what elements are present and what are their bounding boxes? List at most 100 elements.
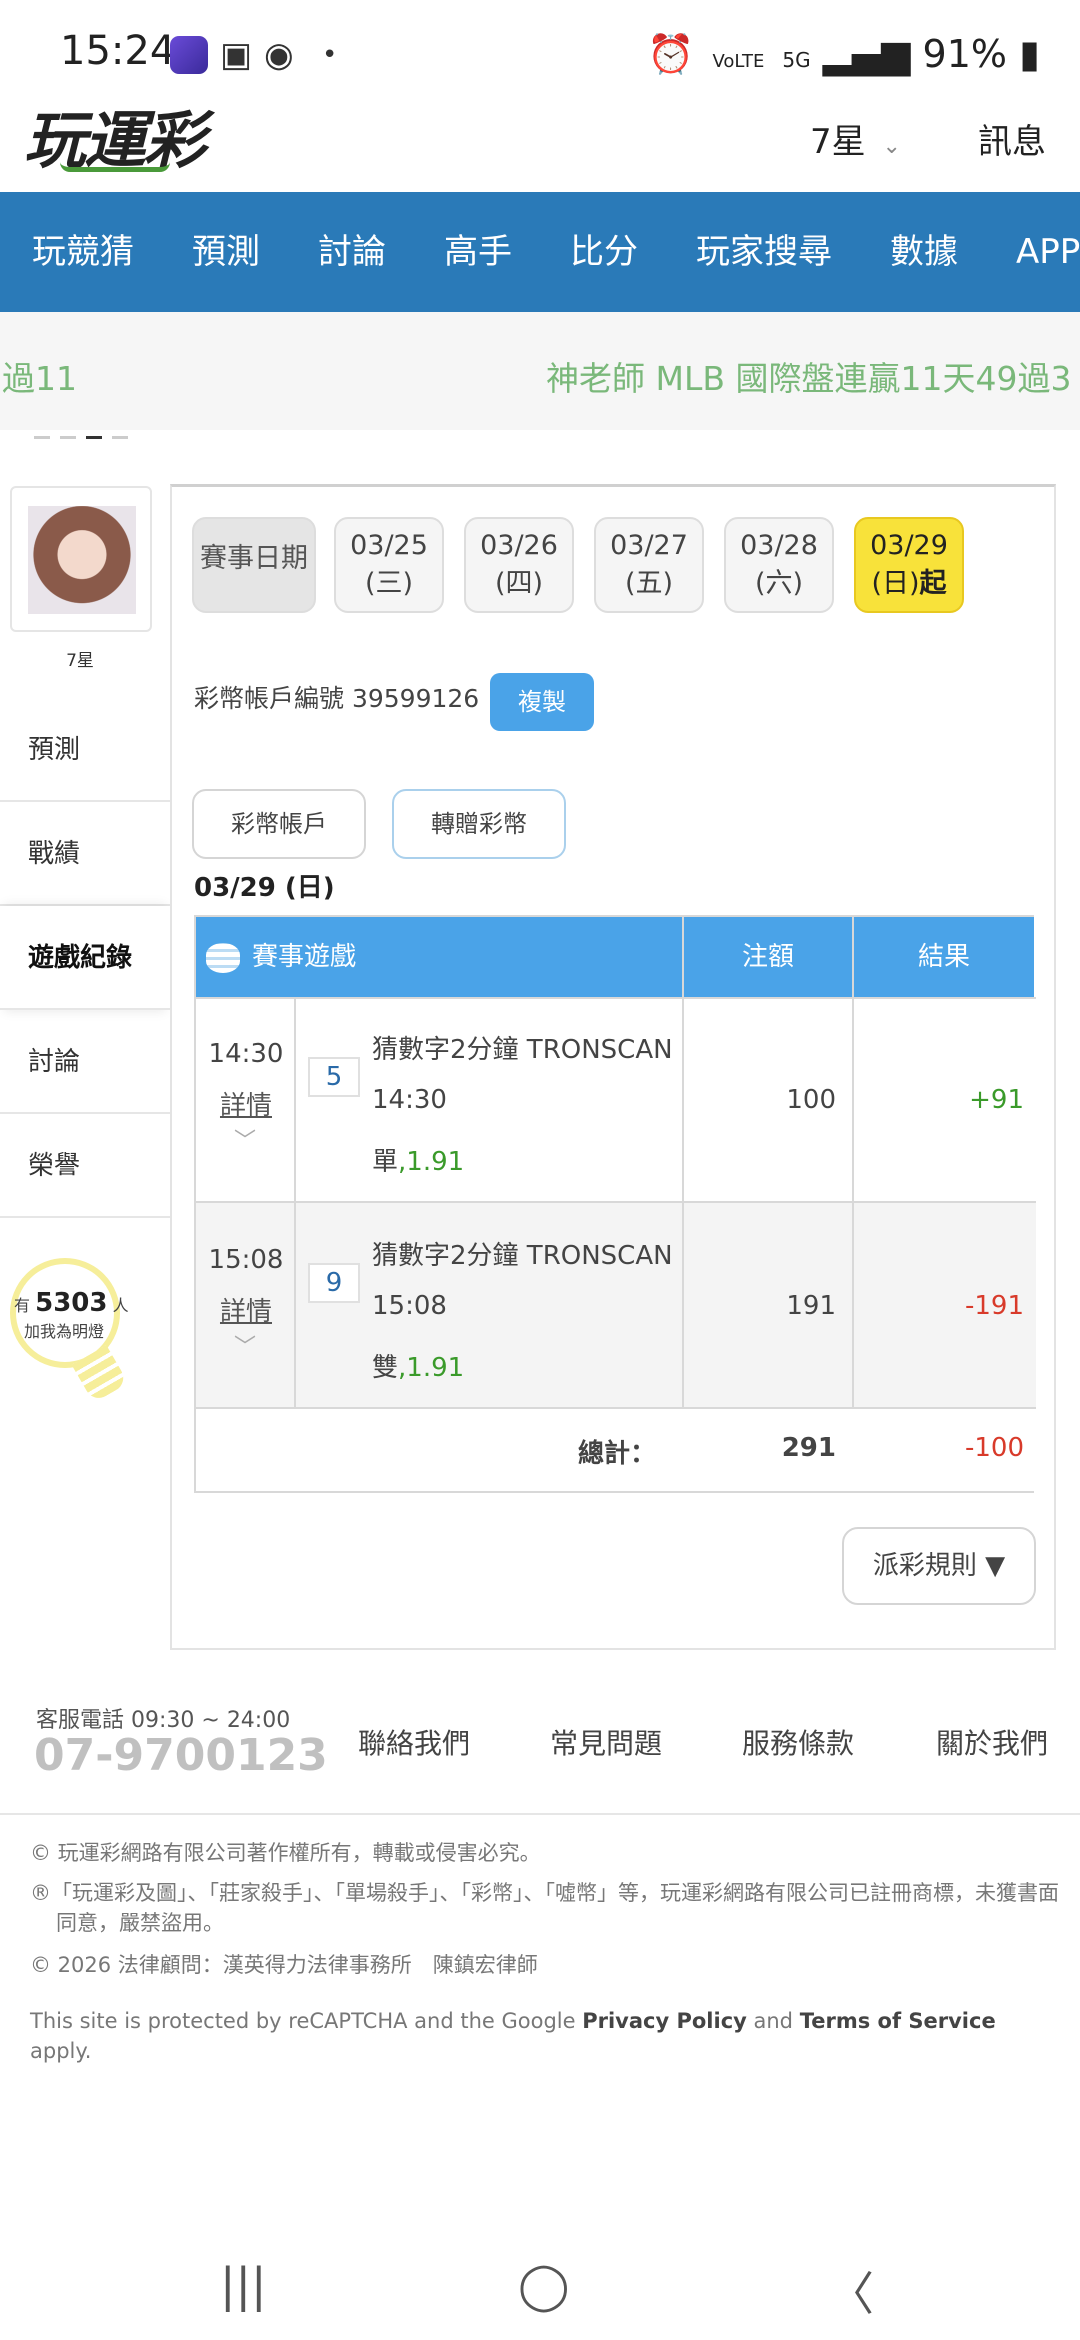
account-number: 彩幣帳戶編號 39599126 xyxy=(194,684,480,713)
avatar[interactable] xyxy=(10,486,152,632)
footer-link-faq[interactable]: 常見問題 xyxy=(550,1722,662,1762)
date-tab[interactable]: 03/27 (五) xyxy=(594,517,704,613)
tab-coin-account[interactable]: 彩幣帳戶 xyxy=(192,789,366,859)
total-label: 總計： xyxy=(577,1439,656,1469)
alarm-icon: ⏰ xyxy=(647,32,695,76)
nav-item-discuss[interactable]: 討論 xyxy=(318,192,386,312)
sync-icon: ◉ xyxy=(264,35,294,75)
follow-lamp-label: 加我為明燈 xyxy=(24,1322,105,1341)
game-history-panel: 賽事日期 03/25 (三) 03/26 (四) 03/27 (五) 03/28 (六)… xyxy=(170,484,1056,1650)
volte-icon: VoLTE xyxy=(712,51,765,72)
chevron-down-icon[interactable]: ﹀ xyxy=(234,1123,256,1155)
carousel-dot[interactable] xyxy=(34,436,50,439)
sidebar-item-predictions[interactable]: 預測 xyxy=(0,698,170,802)
copyright-text: © 玩運彩網路有限公司著作權所有，轉載或侵害必究。 xyxy=(30,1841,541,1865)
legal-advisor-text: © 2026 法律顧問：漢英得力法律事務所 陳鎮宏律師 xyxy=(30,1953,538,1977)
date-tab-day: (六) xyxy=(754,568,804,599)
notification-dot: • xyxy=(322,40,338,70)
carousel-dot-active[interactable] xyxy=(86,436,102,439)
bet-pick: 雙,1.91 xyxy=(372,1347,464,1384)
status-time: 15:24 xyxy=(60,28,176,74)
gallery-icon: ▣ xyxy=(220,35,253,75)
ticker-item[interactable]: 神老師 MLB 國際盤連贏11天49過3 xyxy=(546,352,1071,400)
privacy-policy-link[interactable]: Privacy Policy xyxy=(582,2009,747,2033)
footer-link-contact[interactable]: 聯絡我們 xyxy=(358,1722,470,1762)
footer-divider xyxy=(0,1813,1080,1815)
sidebar-item-honors[interactable]: 榮譽 xyxy=(0,1114,170,1218)
recaptcha-apply: apply. xyxy=(30,2039,92,2063)
witness-prefix: 有 xyxy=(14,1296,31,1315)
copy-button[interactable]: 複製 xyxy=(490,673,594,731)
customer-service-phone[interactable]: 07-9700123 xyxy=(34,1730,328,1781)
nav-item-experts[interactable]: 高手 xyxy=(444,192,512,312)
game-history-table: 賽事遊戲 注額 結果 14:30 詳情 ﹀ 5 猜數字2分鐘 TRONSCAN … xyxy=(194,915,1036,1493)
sidebar-item-record[interactable]: 戰績 xyxy=(0,802,170,906)
date-tab[interactable]: 03/25 (三) xyxy=(334,517,444,613)
date-tab[interactable]: 03/26 (四) xyxy=(464,517,574,613)
battery-icon: ▮ xyxy=(1019,32,1040,76)
lottery-selector[interactable]: 7星 ⌄ xyxy=(810,114,901,163)
chevron-down-icon: ⌄ xyxy=(882,134,901,159)
ticker-item[interactable]: 過11 xyxy=(2,352,77,400)
nav-item-app[interactable]: APP xyxy=(1016,192,1080,312)
avatar-image xyxy=(28,506,136,614)
recents-icon[interactable]: ||| xyxy=(220,2258,267,2312)
nav-item-predict[interactable]: 預測 xyxy=(192,192,260,312)
home-icon[interactable]: ◯ xyxy=(518,2258,569,2312)
carousel-dot[interactable] xyxy=(112,436,128,439)
table-row: 15:08 詳情 ﹀ 9 猜數字2分鐘 TRONSCAN 15:08 雙,1.9… xyxy=(196,1201,1036,1407)
footer-link-about[interactable]: 關於我們 xyxy=(936,1722,1048,1762)
status-right: ⏰ VoLTE 5G ▂▄▆ 91% ▮ xyxy=(647,32,1040,77)
details-link[interactable]: 詳情 xyxy=(196,1291,296,1328)
nav-item-player-search[interactable]: 玩家搜尋 xyxy=(696,192,832,312)
date-tab[interactable]: 03/28 (六) xyxy=(724,517,834,613)
nav-item-scores[interactable]: 比分 xyxy=(570,192,638,312)
row-time: 15:08 xyxy=(208,1245,284,1275)
site-header: 玩運彩 7星 ⌄ 訊息 xyxy=(0,90,1080,192)
date-tab-selected[interactable]: 03/29 (日)起 xyxy=(854,517,964,613)
payout-rules-button[interactable]: 派彩規則 ▼ xyxy=(842,1527,1036,1605)
back-icon[interactable]: 〈 xyxy=(828,2258,874,2324)
lottery-selector-label: 7星 xyxy=(810,122,866,162)
date-tab-day: (五) xyxy=(624,568,674,599)
recaptcha-notice: This site is protected by reCAPTCHA and … xyxy=(30,2006,1060,2066)
messages-link[interactable]: 訊息 xyxy=(978,114,1046,163)
carousel-dots xyxy=(34,424,138,443)
recaptcha-and: and xyxy=(746,2009,800,2033)
tab-transfer-coins[interactable]: 轉贈彩幣 xyxy=(392,789,566,859)
stake-amount: 191 xyxy=(786,1291,836,1321)
chevron-down-icon[interactable]: ﹀ xyxy=(234,1329,256,1361)
coin-stack-icon xyxy=(206,942,240,973)
date-tab-date: 03/29 xyxy=(870,530,948,561)
result-amount: +91 xyxy=(969,1085,1024,1115)
sidebar-item-game-history[interactable]: 遊戲紀錄 xyxy=(0,906,170,1010)
game-title: 猜數字2分鐘 TRONSCAN xyxy=(372,1035,673,1065)
total-result: -100 xyxy=(964,1433,1024,1463)
date-tab-date: 03/26 xyxy=(480,530,558,561)
table-header-game: 賽事遊戲 xyxy=(196,917,684,997)
signal-icon: ▂▄▆ xyxy=(822,32,911,76)
carousel-dot[interactable] xyxy=(60,436,76,439)
details-link[interactable]: 詳情 xyxy=(196,1085,296,1122)
nav-item-data[interactable]: 數據 xyxy=(890,192,958,312)
drawn-number: 5 xyxy=(308,1057,360,1097)
total-stake: 291 xyxy=(781,1433,836,1463)
game-title: 猜數字2分鐘 TRONSCAN xyxy=(372,1241,673,1271)
witness-count: 5303 xyxy=(35,1288,108,1318)
system-nav-bar: ||| ◯ 〈 xyxy=(0,2220,1080,2340)
profile-name: 7星 xyxy=(66,651,94,671)
bet-pick-label: 雙 xyxy=(372,1353,399,1383)
footer-link-terms[interactable]: 服務條款 xyxy=(742,1722,854,1762)
follow-lamp[interactable]: 有 5303 人 加我為明燈 xyxy=(14,1288,134,1342)
date-tab-day: (日) xyxy=(871,568,920,599)
bet-odds: ,1.91 xyxy=(398,1353,465,1383)
witness-suffix: 人 xyxy=(112,1296,129,1315)
network-icon: 5G xyxy=(782,48,811,72)
bet-odds: ,1.91 xyxy=(398,1147,465,1177)
nav-item-guess[interactable]: 玩競猜 xyxy=(32,192,134,312)
terms-of-service-link[interactable]: Terms of Service xyxy=(800,2009,996,2033)
logo-swoosh xyxy=(60,162,170,172)
drawn-number: 9 xyxy=(308,1263,360,1303)
row-time: 14:30 xyxy=(208,1039,284,1069)
sidebar-item-discussion[interactable]: 討論 xyxy=(0,1010,170,1114)
